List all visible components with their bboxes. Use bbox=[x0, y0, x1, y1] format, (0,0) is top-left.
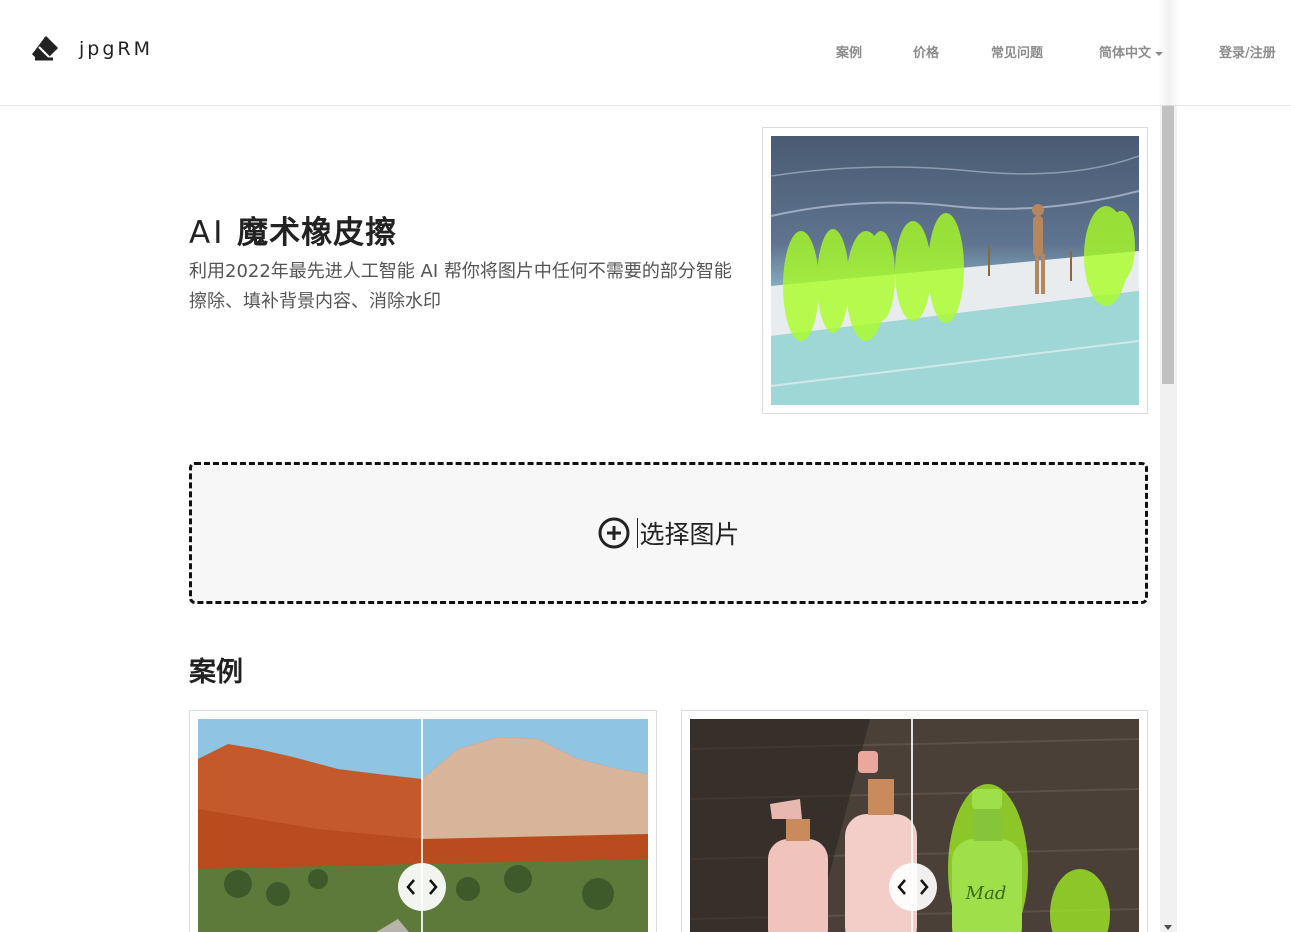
svg-text:Mad: Mad bbox=[965, 883, 1007, 904]
bottles-compare-image[interactable]: Mad bbox=[690, 719, 1139, 932]
scrollbar-thumb[interactable] bbox=[1162, 106, 1174, 384]
upload-dropzone[interactable]: 选择图片 bbox=[189, 462, 1148, 604]
nav-login[interactable]: 登录/注册 bbox=[1219, 42, 1276, 61]
hero-title: AI 魔术橡皮擦 bbox=[189, 215, 398, 251]
hero-example-image bbox=[762, 127, 1148, 414]
eraser-icon bbox=[31, 35, 59, 61]
nav-faq[interactable]: 常见问题 bbox=[991, 42, 1043, 61]
text-cursor bbox=[637, 518, 639, 548]
select-image-button[interactable]: 选择图片 bbox=[597, 515, 740, 551]
logo[interactable]: jpgRM bbox=[31, 33, 153, 65]
canyon-compare-image[interactable] bbox=[198, 719, 648, 932]
nav-language-dropdown[interactable]: 简体中文 bbox=[1099, 42, 1164, 61]
plus-circle-icon bbox=[598, 517, 630, 549]
language-label: 简体中文 bbox=[1099, 46, 1152, 61]
scrollbar[interactable] bbox=[1160, 106, 1177, 932]
case-card-canyon[interactable] bbox=[189, 710, 657, 932]
nav-cases[interactable]: 案例 bbox=[836, 42, 862, 61]
select-image-label: 选择图片 bbox=[639, 520, 740, 549]
site-header: jpgRM 案例 价格 常见问题 简体中文 登录/注册 bbox=[0, 0, 1291, 106]
cases-heading: 案例 bbox=[189, 657, 243, 688]
pool-photo bbox=[771, 136, 1139, 405]
header-shadow bbox=[1158, 0, 1180, 106]
nav-pricing[interactable]: 价格 bbox=[913, 42, 939, 61]
scroll-down-arrow-icon[interactable] bbox=[1164, 925, 1172, 930]
hero-subtitle: 利用2022年最先进人工智能 AI 帮你将图片中任何不需要的部分智能擦除、填补背… bbox=[189, 261, 732, 312]
case-card-bottles[interactable]: Mad bbox=[681, 710, 1148, 932]
brand-name: jpgRM bbox=[79, 38, 153, 60]
